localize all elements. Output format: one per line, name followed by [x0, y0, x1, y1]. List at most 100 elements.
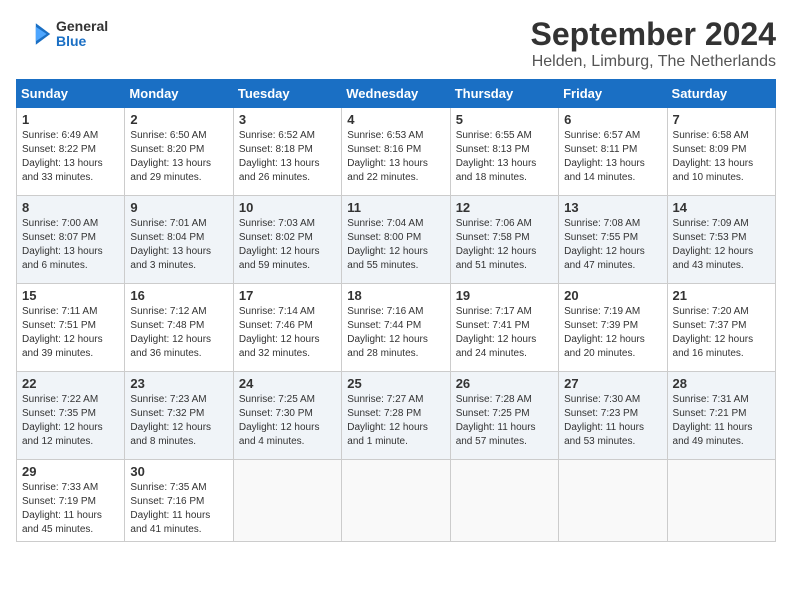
day-info: Sunrise: 6:50 AMSunset: 8:20 PMDaylight:…	[130, 129, 227, 185]
day-number: 21	[673, 288, 770, 303]
day-number: 25	[347, 376, 444, 391]
day-info: Sunrise: 7:06 AMSunset: 7:58 PMDaylight:…	[456, 217, 553, 273]
day-number: 18	[347, 288, 444, 303]
logo-icon	[16, 16, 52, 52]
table-row: 17 Sunrise: 7:14 AMSunset: 7:46 PMDayligh…	[233, 284, 341, 372]
day-info: Sunrise: 7:12 AMSunset: 7:48 PMDaylight:…	[130, 305, 227, 361]
day-number: 26	[456, 376, 553, 391]
day-info: Sunrise: 7:00 AMSunset: 8:07 PMDaylight:…	[22, 217, 119, 273]
day-number: 30	[130, 464, 227, 479]
table-row: 18 Sunrise: 7:16 AMSunset: 7:44 PMDayligh…	[342, 284, 450, 372]
day-info: Sunrise: 7:22 AMSunset: 7:35 PMDaylight:…	[22, 393, 119, 449]
table-row: 29 Sunrise: 7:33 AMSunset: 7:19 PMDayligh…	[17, 460, 125, 542]
day-number: 12	[456, 200, 553, 215]
day-number: 11	[347, 200, 444, 215]
table-row: 25 Sunrise: 7:27 AMSunset: 7:28 PMDayligh…	[342, 372, 450, 460]
day-info: Sunrise: 7:20 AMSunset: 7:37 PMDaylight:…	[673, 305, 770, 361]
day-info: Sunrise: 6:58 AMSunset: 8:09 PMDaylight:…	[673, 129, 770, 185]
day-info: Sunrise: 6:52 AMSunset: 8:18 PMDaylight:…	[239, 129, 336, 185]
table-row: 3 Sunrise: 6:52 AMSunset: 8:18 PMDaylight…	[233, 108, 341, 196]
day-info: Sunrise: 7:01 AMSunset: 8:04 PMDaylight:…	[130, 217, 227, 273]
table-row: 26Sunrise: 7:28 AMSunset: 7:25 PMDayligh…	[450, 372, 558, 460]
day-number: 15	[22, 288, 119, 303]
day-info: Sunrise: 7:14 AMSunset: 7:46 PMDaylight:…	[239, 305, 336, 361]
col-friday: Friday	[559, 80, 667, 108]
day-info: Sunrise: 6:55 AMSunset: 8:13 PMDaylight:…	[456, 129, 553, 185]
day-number: 28	[673, 376, 770, 391]
table-row: 23 Sunrise: 7:23 AMSunset: 7:32 PMDayligh…	[125, 372, 233, 460]
table-row: 21 Sunrise: 7:20 AMSunset: 7:37 PMDayligh…	[667, 284, 775, 372]
day-info: Sunrise: 7:25 AMSunset: 7:30 PMDaylight:…	[239, 393, 336, 449]
day-number: 29	[22, 464, 119, 479]
table-row: 30 Sunrise: 7:35 AMSunset: 7:16 PMDayligh…	[125, 460, 233, 542]
table-row: 5 Sunrise: 6:55 AMSunset: 8:13 PMDaylight…	[450, 108, 558, 196]
calendar-header-row: Sunday Monday Tuesday Wednesday Thursday…	[17, 80, 776, 108]
day-number: 14	[673, 200, 770, 215]
day-info: Sunrise: 7:19 AMSunset: 7:39 PMDaylight:…	[564, 305, 661, 361]
day-number: 5	[456, 112, 553, 127]
day-number: 7	[673, 112, 770, 127]
logo-text: General Blue	[56, 19, 108, 50]
day-info: Sunrise: 7:08 AMSunset: 7:55 PMDaylight:…	[564, 217, 661, 273]
col-wednesday: Wednesday	[342, 80, 450, 108]
day-number: 3	[239, 112, 336, 127]
table-row: 15 Sunrise: 7:11 AMSunset: 7:51 PMDayligh…	[17, 284, 125, 372]
day-number: 4	[347, 112, 444, 127]
table-row: 6 Sunrise: 6:57 AMSunset: 8:11 PMDaylight…	[559, 108, 667, 196]
day-info: Sunrise: 7:30 AMSunset: 7:23 PMDaylight:…	[564, 393, 661, 449]
day-number: 23	[130, 376, 227, 391]
day-number: 17	[239, 288, 336, 303]
day-info: Sunrise: 7:27 AMSunset: 7:28 PMDaylight:…	[347, 393, 444, 449]
day-info: Sunrise: 7:16 AMSunset: 7:44 PMDaylight:…	[347, 305, 444, 361]
table-row: 1 Sunrise: 6:49 AMSunset: 8:22 PMDaylight…	[17, 108, 125, 196]
day-info: Sunrise: 7:33 AMSunset: 7:19 PMDaylight:…	[22, 481, 119, 537]
day-info: Sunrise: 7:17 AMSunset: 7:41 PMDaylight:…	[456, 305, 553, 361]
day-number: 19	[456, 288, 553, 303]
day-number: 9	[130, 200, 227, 215]
table-row: 11 Sunrise: 7:04 AMSunset: 8:00 PMDayligh…	[342, 196, 450, 284]
table-row: 12 Sunrise: 7:06 AMSunset: 7:58 PMDayligh…	[450, 196, 558, 284]
day-number: 24	[239, 376, 336, 391]
location-title: Helden, Limburg, The Netherlands	[531, 53, 776, 71]
table-row: 4 Sunrise: 6:53 AMSunset: 8:16 PMDaylight…	[342, 108, 450, 196]
col-sunday: Sunday	[17, 80, 125, 108]
table-row: 7 Sunrise: 6:58 AMSunset: 8:09 PMDaylight…	[667, 108, 775, 196]
table-row: 13 Sunrise: 7:08 AMSunset: 7:55 PMDayligh…	[559, 196, 667, 284]
logo-general: General	[56, 19, 108, 34]
col-monday: Monday	[125, 80, 233, 108]
calendar-table: Sunday Monday Tuesday Wednesday Thursday…	[16, 79, 776, 542]
title-block: September 2024 Helden, Limburg, The Neth…	[531, 16, 776, 71]
day-number: 8	[22, 200, 119, 215]
day-number: 13	[564, 200, 661, 215]
col-tuesday: Tuesday	[233, 80, 341, 108]
day-info: Sunrise: 7:04 AMSunset: 8:00 PMDaylight:…	[347, 217, 444, 273]
month-title: September 2024	[531, 16, 776, 53]
day-info: Sunrise: 7:23 AMSunset: 7:32 PMDaylight:…	[130, 393, 227, 449]
table-row: 10 Sunrise: 7:03 AMSunset: 8:02 PMDayligh…	[233, 196, 341, 284]
table-row	[233, 460, 341, 542]
day-info: Sunrise: 7:03 AMSunset: 8:02 PMDaylight:…	[239, 217, 336, 273]
day-number: 16	[130, 288, 227, 303]
col-saturday: Saturday	[667, 80, 775, 108]
day-number: 10	[239, 200, 336, 215]
page-header: General Blue September 2024 Helden, Limb…	[16, 16, 776, 71]
day-info: Sunrise: 7:11 AMSunset: 7:51 PMDaylight:…	[22, 305, 119, 361]
day-info: Sunrise: 6:53 AMSunset: 8:16 PMDaylight:…	[347, 129, 444, 185]
table-row	[342, 460, 450, 542]
day-info: Sunrise: 6:49 AMSunset: 8:22 PMDaylight:…	[22, 129, 119, 185]
day-info: Sunrise: 6:57 AMSunset: 8:11 PMDaylight:…	[564, 129, 661, 185]
day-number: 27	[564, 376, 661, 391]
day-number: 22	[22, 376, 119, 391]
day-number: 20	[564, 288, 661, 303]
table-row: 8 Sunrise: 7:00 AMSunset: 8:07 PMDaylight…	[17, 196, 125, 284]
table-row: 14Sunrise: 7:09 AMSunset: 7:53 PMDayligh…	[667, 196, 775, 284]
table-row: 19 Sunrise: 7:17 AMSunset: 7:41 PMDayligh…	[450, 284, 558, 372]
table-row: 20 Sunrise: 7:19 AMSunset: 7:39 PMDayligh…	[559, 284, 667, 372]
day-number: 1	[22, 112, 119, 127]
day-number: 6	[564, 112, 661, 127]
table-row: 9 Sunrise: 7:01 AMSunset: 8:04 PMDaylight…	[125, 196, 233, 284]
day-info: Sunrise: 7:31 AMSunset: 7:21 PMDaylight:…	[673, 393, 770, 449]
logo: General Blue	[16, 16, 108, 52]
day-info: Sunrise: 7:35 AMSunset: 7:16 PMDaylight:…	[130, 481, 227, 537]
table-row	[450, 460, 558, 542]
